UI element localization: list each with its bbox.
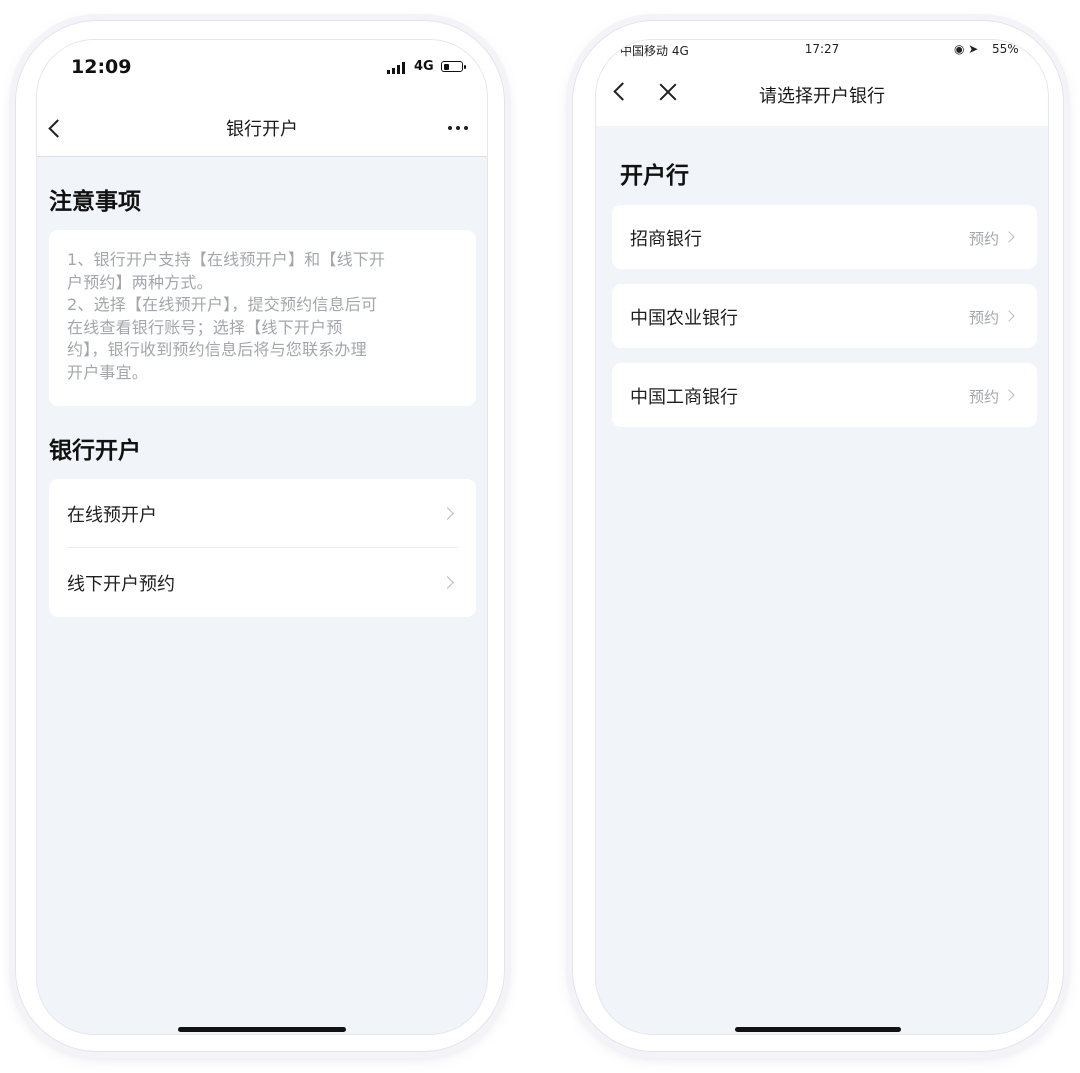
account-section-heading: 银行开户 xyxy=(49,438,141,464)
notice-line: 开户事宜。 xyxy=(67,362,149,382)
status-bar: 中国移动 4G 17:27 ◉ ➤ 55% xyxy=(596,40,1048,60)
page-title: 请选择开户银行 xyxy=(759,86,885,107)
bank-action: 预约 xyxy=(968,388,999,406)
nav-bar: 银行开户 xyxy=(37,100,487,157)
offline-appointment-item[interactable]: 线下开户预约 xyxy=(49,548,476,617)
bank-item[interactable]: 中国农业银行 预约 xyxy=(612,284,1037,348)
right-phone-frame: 中国移动 4G 17:27 ◉ ➤ 55% 请选择开户银行 开户行 招商银行 预… xyxy=(572,20,1064,1052)
bank-action: 预约 xyxy=(968,230,999,248)
status-time: 12:09 xyxy=(71,56,132,78)
battery-icon xyxy=(441,61,466,72)
chevron-right-icon xyxy=(1003,310,1015,322)
chevron-right-icon xyxy=(1003,231,1015,243)
notice-line: 约】，银行收到预约信息后将与您联系办理 xyxy=(67,340,367,359)
chevron-right-icon xyxy=(1003,389,1015,401)
status-time: 17:27 xyxy=(804,42,840,56)
location-icon: ◉ ➤ xyxy=(954,42,979,56)
notice-line: 2、选择【在线预开户】，提交预约信息后可 xyxy=(67,295,378,314)
notice-line: 1、银行开户支持【在线预开户】和【线下开 xyxy=(67,250,386,269)
chevron-right-icon xyxy=(441,507,454,520)
bank-item[interactable]: 中国工商银行 预约 xyxy=(612,363,1037,427)
bank-item[interactable]: 招商银行 预约 xyxy=(612,205,1037,269)
home-indicator[interactable] xyxy=(735,1027,901,1032)
bank-name: 中国工商银行 xyxy=(630,387,738,408)
left-phone-screen: 12:09 4G 银行开户 注意事项 1、银行开户支持【在线预开户】和【线下开 … xyxy=(36,39,488,1035)
more-icon[interactable] xyxy=(448,126,468,130)
bank-name: 招商银行 xyxy=(630,229,702,250)
nav-bar: 请选择开户银行 xyxy=(596,60,1048,126)
right-phone-screen: 中国移动 4G 17:27 ◉ ➤ 55% 请选择开户银行 开户行 招商银行 预… xyxy=(595,39,1049,1035)
status-bar: 12:09 4G xyxy=(37,40,487,100)
bank-action: 预约 xyxy=(968,309,999,327)
online-preopen-label: 在线预开户 xyxy=(67,505,157,526)
network-type: 4G xyxy=(414,59,434,74)
notice-line: 户预约】两种方式。 xyxy=(67,272,213,292)
notice-text: 1、银行开户支持【在线预开户】和【线下开 户预约】两种方式。 2、选择【在线预开… xyxy=(67,249,436,384)
bank-name: 中国农业银行 xyxy=(630,308,738,329)
page-title: 银行开户 xyxy=(226,119,298,140)
left-phone-frame: 12:09 4G 银行开户 注意事项 1、银行开户支持【在线预开户】和【线下开 … xyxy=(15,20,505,1052)
account-options-card: 在线预开户 线下开户预约 xyxy=(49,479,476,617)
notice-heading: 注意事项 xyxy=(49,189,141,215)
online-preopen-item[interactable]: 在线预开户 xyxy=(49,479,476,547)
chevron-right-icon xyxy=(441,576,454,589)
bank-section-heading: 开户行 xyxy=(620,163,689,189)
signal-icon xyxy=(387,62,405,74)
home-indicator[interactable] xyxy=(178,1027,346,1032)
battery-percent: 55% xyxy=(992,42,1019,56)
notice-line: 在线查看银行账号；选择【线下开户预 xyxy=(67,317,343,337)
offline-appointment-label: 线下开户预约 xyxy=(67,574,175,595)
notice-card: 1、银行开户支持【在线预开户】和【线下开 户预约】两种方式。 2、选择【在线预开… xyxy=(49,230,476,406)
